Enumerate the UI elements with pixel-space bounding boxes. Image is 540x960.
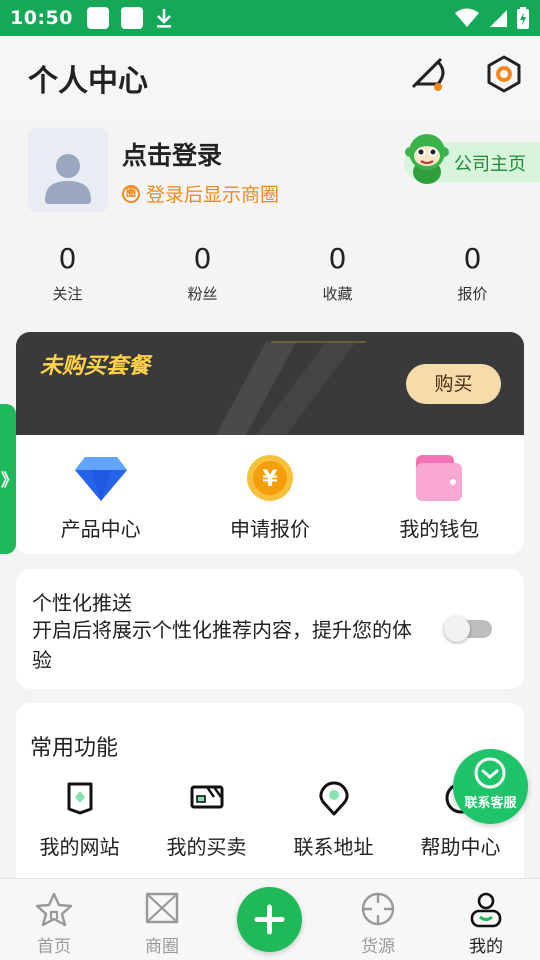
chat-bubble-icon: [474, 757, 506, 789]
function-label: 帮助中心: [420, 835, 501, 859]
battery-icon: [517, 7, 529, 29]
settings-icon[interactable]: [484, 54, 524, 94]
status-bar: 10:50: [0, 0, 540, 36]
stat-label: 粉丝: [187, 285, 218, 303]
login-title[interactable]: 点击登录: [122, 136, 222, 172]
company-home-button[interactable]: 公司主页: [404, 134, 540, 184]
quick-action-label: 我的钱包: [399, 517, 480, 541]
side-drawer-tab[interactable]: 》: [0, 404, 18, 554]
push-description: 开启后将展示个性化推荐内容，提升您的体验: [32, 618, 412, 672]
push-toggle[interactable]: [444, 616, 494, 642]
apply-quote-button[interactable]: ¥ 申请报价: [185, 435, 354, 554]
quick-action-label: 申请报价: [229, 517, 310, 541]
my-wallet-button[interactable]: 我的钱包: [355, 435, 524, 554]
signal-icon: [490, 10, 507, 27]
stat-label: 收藏: [322, 285, 353, 303]
bottom-navigation: 首页 商圈 货源 我的: [0, 878, 540, 960]
stat-favorites[interactable]: 0 收藏: [270, 242, 405, 304]
stat-value: 0: [58, 242, 77, 275]
download-icon: [156, 9, 171, 28]
stat-value: 0: [193, 242, 212, 275]
nav-home[interactable]: 首页: [9, 879, 99, 960]
nav-business-circle[interactable]: 商圈: [117, 879, 207, 960]
wallet-icon: [416, 455, 463, 501]
nav-label: 首页: [37, 937, 71, 957]
mascot-icon: [405, 134, 449, 184]
personalized-push-card: 个性化推送 开启后将展示个性化推荐内容，提升您的体验: [16, 569, 524, 689]
page-header: 个人中心: [0, 36, 540, 118]
login-hint: 圈 登录后显示商圈: [122, 180, 279, 207]
wifi-icon: [455, 8, 479, 27]
default-avatar-icon: [45, 154, 91, 204]
contact-address-button[interactable]: 联系地址: [270, 775, 397, 865]
side-tab-arrow: 》: [1, 471, 18, 491]
business-circle-icon: [145, 892, 179, 924]
package-card: 未购买套餐 购买 产品中心 ¥ 申请报价 我的钱包: [16, 332, 524, 554]
package-banner: 未购买套餐 购买: [16, 332, 524, 435]
buy-button[interactable]: 购买: [406, 364, 501, 404]
nav-label: 货源: [361, 937, 395, 957]
quick-action-label: 产品中心: [60, 517, 141, 541]
stat-label: 关注: [52, 285, 83, 303]
profile-section: 点击登录 圈 登录后显示商圈 公司主页 0 关注 0 粉丝 0 收藏 0 报价: [0, 118, 540, 328]
toggle-knob: [444, 616, 470, 642]
notification-icon: [86, 7, 109, 29]
status-time: 10:50: [10, 7, 73, 29]
stat-value: 0: [328, 242, 347, 275]
stat-value: 0: [463, 242, 482, 275]
stat-label: 报价: [457, 285, 488, 303]
common-functions-title: 常用功能: [30, 736, 119, 761]
function-label: 我的网站: [39, 835, 120, 859]
stats-row: 0 关注 0 粉丝 0 收藏 0 报价: [0, 242, 540, 304]
profile-icon: [470, 892, 502, 928]
company-home-label: 公司主页: [454, 154, 526, 175]
nav-supply[interactable]: 货源: [333, 879, 423, 960]
location-icon: [318, 781, 349, 816]
common-functions-row: 我的网站 我的买卖 联系地址 帮助中心: [16, 775, 524, 865]
publish-add-button[interactable]: [237, 887, 302, 952]
notification-bell-icon[interactable]: [408, 54, 448, 94]
push-title: 个性化推送: [32, 591, 132, 615]
yuan-coin-icon: ¥: [246, 455, 293, 501]
add-icon: [254, 904, 285, 935]
stat-follow[interactable]: 0 关注: [0, 242, 135, 304]
function-label: 我的买卖: [166, 835, 247, 859]
page-title: 个人中心: [28, 64, 148, 99]
website-icon: [67, 782, 92, 815]
product-center-button[interactable]: 产品中心: [16, 435, 185, 554]
notification-icon: [120, 7, 143, 29]
my-trade-button[interactable]: 我的买卖: [143, 775, 270, 865]
stat-fans[interactable]: 0 粉丝: [135, 242, 270, 304]
customer-service-label: 联系客服: [464, 796, 517, 811]
customer-service-button[interactable]: 联系客服: [453, 749, 528, 824]
diamond-icon: [74, 457, 127, 501]
my-website-button[interactable]: 我的网站: [16, 775, 143, 865]
trade-icon: [190, 785, 223, 809]
home-icon: [35, 892, 73, 927]
nav-label: 商圈: [145, 937, 179, 957]
business-circle-badge-icon: 圈: [122, 184, 140, 203]
nav-profile[interactable]: 我的: [441, 879, 531, 960]
package-status: 未购买套餐: [40, 354, 151, 379]
function-label: 联系地址: [293, 835, 374, 859]
quick-actions: 产品中心 ¥ 申请报价 我的钱包: [16, 435, 524, 554]
nav-label: 我的: [469, 937, 503, 957]
avatar[interactable]: [28, 128, 108, 212]
supply-icon: [361, 892, 395, 926]
common-functions-card: 常用功能 我的网站 我的买卖 联系地址 帮助中心: [16, 703, 524, 893]
svg-text:¥: ¥: [262, 467, 278, 492]
stat-quotes[interactable]: 0 报价: [405, 242, 540, 304]
login-hint-text: 登录后显示商圈: [146, 184, 280, 206]
